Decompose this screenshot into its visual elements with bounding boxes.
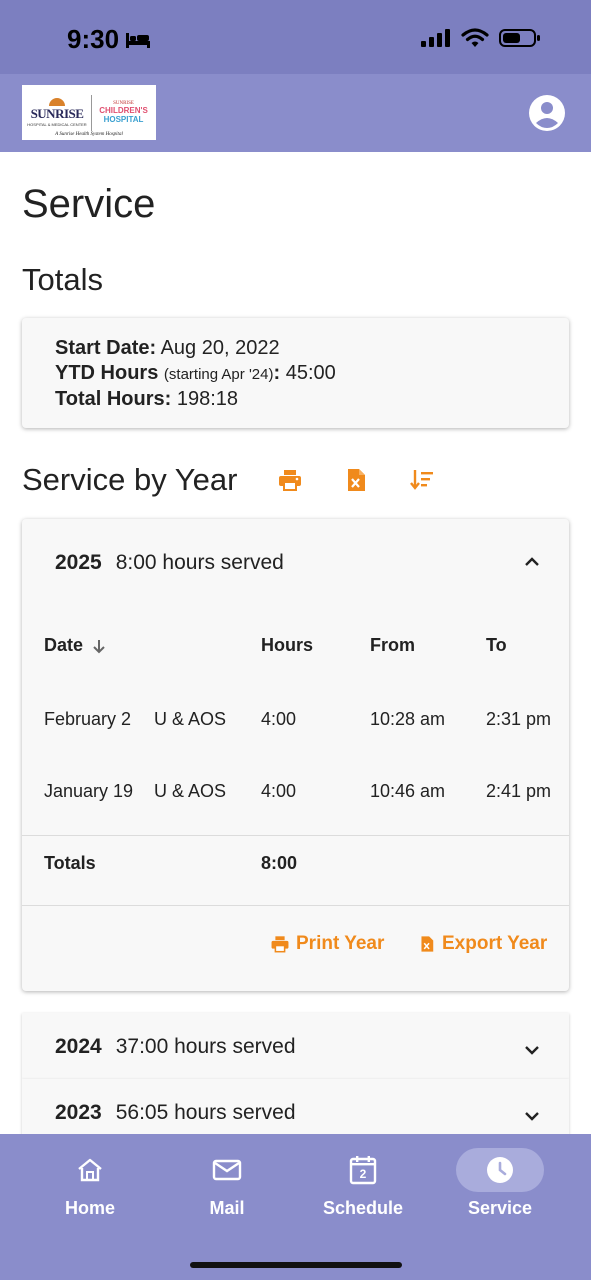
- totals-card: Start Date: Aug 20, 2022 YTD Hours (star…: [22, 318, 569, 428]
- nav-pill-active: [456, 1148, 544, 1192]
- year-panel-2025: 2025 8:00 hours served Date Hours From To…: [22, 519, 569, 991]
- row-2-to: 2:41 pm: [486, 781, 552, 801]
- export-year-label: Export Year: [442, 933, 548, 954]
- column-header-to[interactable]: To: [486, 635, 507, 656]
- start-date-line: Start Date: Aug 20, 2022: [55, 336, 536, 361]
- nav-pill: 2: [319, 1148, 407, 1192]
- year-header-2023: 2023 56:05 hours served: [55, 1101, 296, 1125]
- year-header-2025[interactable]: 2025 8:00 hours served: [55, 551, 284, 575]
- logo-sunrise-sub: HOSPITAL & MEDICAL CENTER: [27, 122, 87, 127]
- nav-item-schedule[interactable]: 2 Schedule: [308, 1148, 418, 1219]
- nav-label-mail: Mail: [209, 1198, 245, 1218]
- print-icon[interactable]: [277, 467, 303, 493]
- total-hours-line: Total Hours: 198:18: [55, 387, 536, 412]
- app-bar: SUNRISE HOSPITAL & MEDICAL CENTER SUNRIS…: [0, 74, 591, 152]
- status-indicators: [421, 28, 541, 48]
- logo-sunrise-block: SUNRISE HOSPITAL & MEDICAL CENTER: [26, 98, 88, 127]
- ytd-hours-note: (starting Apr '24): [163, 366, 274, 383]
- cellular-signal-icon: [421, 29, 450, 47]
- bed-icon: [126, 32, 151, 48]
- total-hours-label: Total Hours:: [55, 388, 172, 410]
- row-1-type: U & AOS: [154, 709, 227, 729]
- bottom-navigation: Home Mail 2 Schedule Service: [0, 1134, 591, 1280]
- excel-export-icon: [421, 936, 434, 952]
- year-label: 2023: [55, 1101, 102, 1124]
- wifi-icon: [461, 28, 489, 47]
- logo-children-text: CHILDREN'S: [99, 106, 148, 115]
- service-by-year-heading: Service by Year: [22, 462, 238, 497]
- row-2-type: U & AOS: [154, 781, 227, 801]
- year-label: 2024: [55, 1035, 102, 1058]
- ytd-hours-line: YTD Hours (starting Apr '24): 45:00: [55, 361, 536, 387]
- year-header-2024: 2024 37:00 hours served: [55, 1035, 296, 1059]
- nav-label-service: Service: [467, 1198, 533, 1218]
- account-icon[interactable]: [528, 94, 566, 132]
- column-header-date[interactable]: Date: [44, 635, 107, 656]
- mail-icon: [212, 1159, 242, 1181]
- status-bar: 9:30: [0, 0, 591, 74]
- start-date-label: Start Date:: [55, 337, 157, 359]
- print-icon: [271, 936, 289, 953]
- year-label: 2025: [55, 551, 102, 574]
- logo-tagline: A Sunrise Health System Hospital: [55, 132, 123, 137]
- page-title: Service: [22, 182, 156, 226]
- sun-icon: [49, 98, 65, 106]
- row-divider: [22, 835, 569, 836]
- excel-export-icon[interactable]: [343, 467, 369, 493]
- home-icon: [78, 1158, 102, 1182]
- row-divider: [22, 905, 569, 906]
- totals-row-label: Totals: [44, 853, 96, 873]
- column-header-from[interactable]: From: [370, 635, 415, 656]
- nav-pill: [183, 1148, 271, 1192]
- logo-divider: [91, 94, 92, 131]
- total-hours-value: 198:18: [176, 388, 239, 410]
- arrow-down-icon: [93, 639, 105, 653]
- status-time-text: 9:30: [67, 24, 120, 54]
- column-header-hours[interactable]: Hours: [261, 635, 313, 656]
- year-summary: 37:00 hours served: [115, 1035, 296, 1058]
- column-date-label: Date: [44, 635, 84, 655]
- print-year-label: Print Year: [296, 933, 385, 954]
- logo-sunrise-text: SUNRISE: [30, 106, 84, 121]
- export-year-button[interactable]: Export Year: [418, 933, 547, 955]
- year-summary: 56:05 hours served: [115, 1101, 296, 1124]
- row-2-from: 10:46 am: [370, 781, 446, 801]
- ytd-hours-label: YTD Hours: [55, 362, 159, 384]
- year-panel-2024[interactable]: 2024 37:00 hours served: [22, 1013, 569, 1079]
- calendar-day: 2: [359, 1167, 367, 1181]
- nav-label-schedule: Schedule: [322, 1198, 404, 1218]
- ytd-hours-value: 45:00: [285, 362, 336, 384]
- calendar-icon: 2: [349, 1155, 377, 1185]
- ytd-hours-colon: :: [273, 362, 281, 384]
- logo-hospital-text: HOSPITAL: [103, 115, 144, 124]
- chevron-up-icon[interactable]: [523, 553, 541, 571]
- print-year-button[interactable]: Print Year: [270, 933, 384, 955]
- row-1-to: 2:31 pm: [486, 709, 552, 729]
- totals-heading: Totals: [22, 262, 103, 297]
- clock-icon: [487, 1157, 513, 1183]
- battery-icon: [499, 29, 540, 47]
- hospital-logo[interactable]: SUNRISE HOSPITAL & MEDICAL CENTER SUNRIS…: [22, 85, 156, 140]
- logo-children-block: SUNRISE CHILDREN'S HOSPITAL: [95, 101, 152, 124]
- row-1-from: 10:28 am: [370, 709, 446, 729]
- sort-descending-icon[interactable]: [409, 467, 435, 493]
- year-summary: 8:00 hours served: [115, 551, 284, 574]
- row-1-date: February 2: [44, 709, 132, 729]
- status-time: 9:30: [67, 24, 151, 55]
- nav-item-mail[interactable]: Mail: [172, 1148, 282, 1219]
- row-2-hours: 4:00: [261, 781, 297, 801]
- nav-pill: [46, 1148, 134, 1192]
- nav-item-home[interactable]: Home: [35, 1148, 145, 1219]
- row-2-date: January 19: [44, 781, 134, 801]
- row-1-hours: 4:00: [261, 709, 297, 729]
- home-indicator[interactable]: [190, 1262, 402, 1268]
- nav-item-service[interactable]: Service: [445, 1148, 555, 1219]
- chevron-down-icon[interactable]: [523, 1107, 541, 1125]
- totals-row-hours: 8:00: [261, 853, 298, 873]
- nav-label-home: Home: [64, 1198, 115, 1218]
- chevron-down-icon[interactable]: [523, 1041, 541, 1059]
- start-date-value: Aug 20, 2022: [160, 337, 280, 359]
